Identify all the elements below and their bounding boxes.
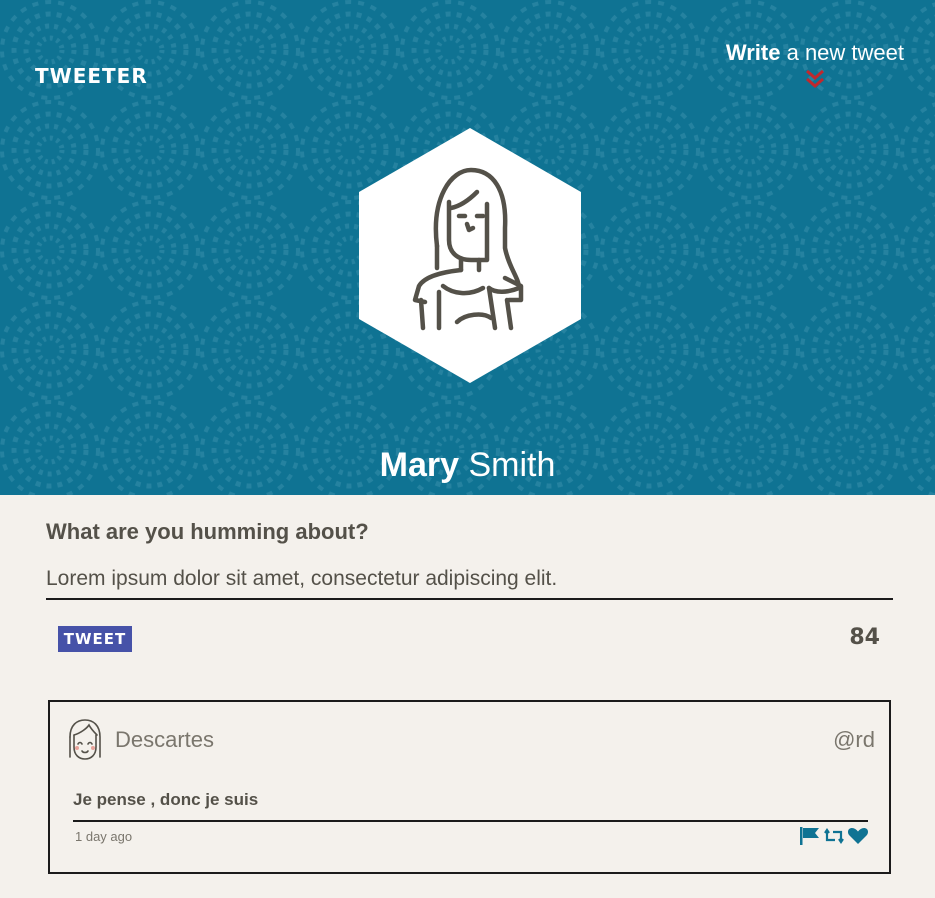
tweet-author-avatar [69,719,101,760]
tweet-text-input[interactable] [46,560,893,600]
profile-first-name: Mary [379,446,459,484]
profile-last-name: Smith [459,446,556,484]
profile-name: Mary Smith [0,446,935,485]
heart-icon[interactable] [847,826,869,851]
tweet-card: Descartes @rd Je pense , donc je suis 1 … [48,700,891,874]
profile-header: TWEETER Write a new tweet Mary Smith [0,0,935,495]
profile-avatar [359,128,581,383]
retweet-icon[interactable] [823,826,845,851]
compose-bold-label: Write [725,40,781,65]
tweet-actions [799,826,869,851]
tweet-author-name[interactable]: Descartes [115,727,214,753]
tweet-author-handle[interactable]: @rd [833,727,875,753]
brand-logo[interactable]: TWEETER [35,64,148,88]
flag-icon[interactable] [799,826,821,851]
tweet-button[interactable]: TWEET [58,626,132,652]
compose-label: a new tweet [780,40,904,65]
tweet-timestamp: 1 day ago [75,829,133,844]
double-chevron-down-icon[interactable] [804,68,826,90]
tweet-text: Je pense , donc je suis [73,790,868,822]
write-new-tweet-link[interactable]: Write a new tweet [726,40,904,90]
character-counter: 84 [849,625,880,650]
composer-label: What are you humming about? [46,519,369,544]
